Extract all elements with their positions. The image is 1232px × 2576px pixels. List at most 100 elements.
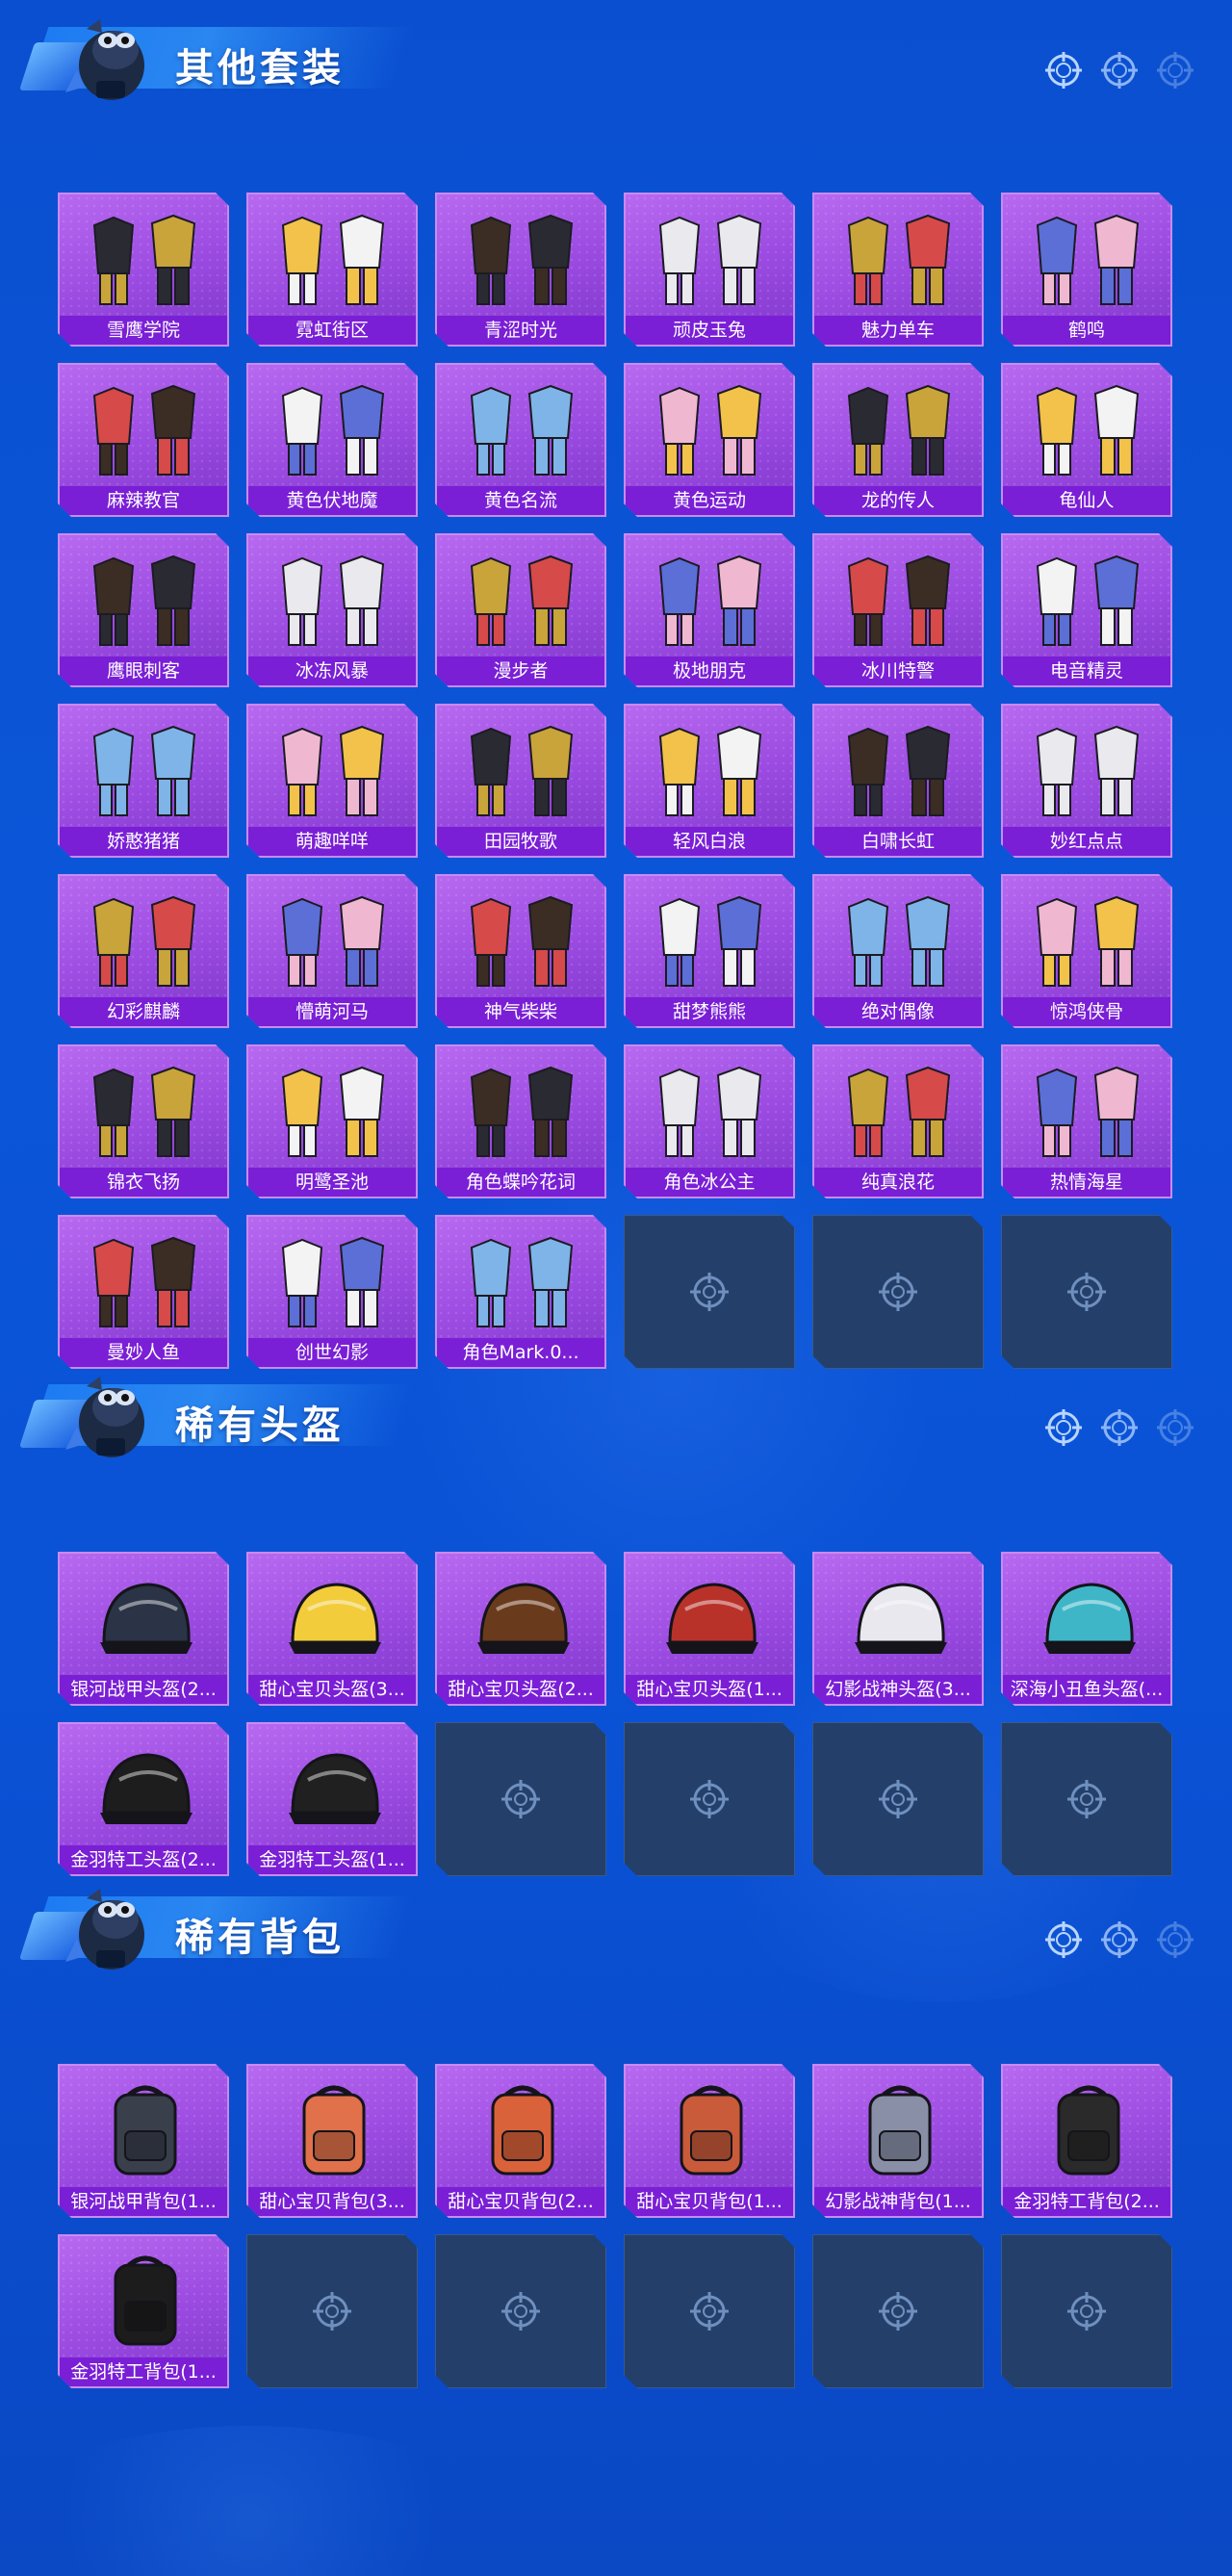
reticle-icon — [1045, 1921, 1082, 1958]
item-card[interactable]: 龙的传人 — [812, 363, 984, 517]
item-card[interactable]: 银河战甲头盔(2... — [58, 1552, 229, 1706]
item-card[interactable]: 金羽特工头盔(1... — [246, 1722, 418, 1876]
item-card[interactable]: 极地朋克 — [624, 533, 795, 687]
helmet-image-icon — [835, 1565, 964, 1673]
outfit-image-icon — [270, 547, 398, 655]
item-card[interactable]: 甜心宝贝背包(2... — [435, 2064, 606, 2218]
item-card[interactable]: 银河战甲背包(1... — [58, 2064, 229, 2218]
item-card[interactable]: 神气柴柴 — [435, 874, 606, 1028]
mascot-icon — [65, 1377, 144, 1457]
item-name: 甜心宝贝背包(2... — [437, 2187, 604, 2216]
item-card[interactable]: 甜心宝贝头盔(3... — [246, 1552, 418, 1706]
outfit-image-icon — [458, 547, 587, 655]
item-card[interactable]: 金羽特工背包(1... — [58, 2234, 229, 2388]
helmet-image-icon — [81, 1736, 210, 1843]
outfit-image-icon — [458, 376, 587, 484]
item-card[interactable]: 妙红点点 — [1001, 704, 1172, 858]
item-card[interactable]: 冰川特警 — [812, 533, 984, 687]
item-card[interactable]: 创世幻影 — [246, 1215, 418, 1369]
item-card[interactable]: 幻影战神背包(1... — [812, 2064, 984, 2218]
item-card[interactable]: 甜梦熊熊 — [624, 874, 795, 1028]
outfit-image-icon — [1024, 717, 1153, 825]
item-card[interactable]: 鹤鸣 — [1001, 193, 1172, 347]
reticle-decorations — [1043, 1919, 1195, 1960]
outfit-image-icon — [81, 206, 210, 314]
outfit-image-icon — [647, 206, 776, 314]
crosshair-icon — [311, 2290, 353, 2332]
item-card[interactable]: 金羽特工头盔(2... — [58, 1722, 229, 1876]
item-card[interactable]: 甜心宝贝背包(3... — [246, 2064, 418, 2218]
item-card[interactable]: 黄色名流 — [435, 363, 606, 517]
section-header: 稀有头盔 — [0, 1357, 1232, 1463]
item-card[interactable]: 明鹭圣池 — [246, 1044, 418, 1198]
item-name: 金羽特工背包(1... — [60, 2357, 227, 2386]
item-name: 甜心宝贝头盔(3... — [248, 1675, 416, 1704]
item-card[interactable]: 甜心宝贝头盔(1... — [624, 1552, 795, 1706]
item-card[interactable]: 幻影战神头盔(3... — [812, 1552, 984, 1706]
item-name: 鹤鸣 — [1003, 316, 1170, 345]
item-card[interactable]: 电音精灵 — [1001, 533, 1172, 687]
item-card[interactable]: 幻彩麒麟 — [58, 874, 229, 1028]
outfit-image-icon — [835, 547, 964, 655]
item-card[interactable]: 顽皮玉兔 — [624, 193, 795, 347]
crosshair-icon — [688, 1271, 731, 1313]
helmet-image-icon — [458, 1565, 587, 1673]
helmet-image-icon — [270, 1565, 398, 1673]
item-card[interactable]: 轻风白浪 — [624, 704, 795, 858]
item-card[interactable]: 魅力单车 — [812, 193, 984, 347]
item-card[interactable]: 惊鸿侠骨 — [1001, 874, 1172, 1028]
item-name: 鹰眼刺客 — [60, 657, 227, 685]
reticle-icon — [1101, 52, 1138, 89]
item-name: 甜梦熊熊 — [626, 997, 793, 1026]
item-card[interactable]: 田园牧歌 — [435, 704, 606, 858]
item-card[interactable]: 甜心宝贝头盔(2... — [435, 1552, 606, 1706]
item-card[interactable]: 纯真浪花 — [812, 1044, 984, 1198]
item-card[interactable]: 龟仙人 — [1001, 363, 1172, 517]
outfit-image-icon — [647, 1058, 776, 1166]
item-name: 黄色运动 — [626, 486, 793, 515]
outfit-image-icon — [458, 888, 587, 995]
item-card[interactable]: 角色蝶吟花词 — [435, 1044, 606, 1198]
item-card[interactable]: 黄色伏地魔 — [246, 363, 418, 517]
item-card[interactable]: 深海小丑鱼头盔(... — [1001, 1552, 1172, 1706]
item-card[interactable]: 懵萌河马 — [246, 874, 418, 1028]
item-card[interactable]: 绝对偶像 — [812, 874, 984, 1028]
item-card[interactable]: 霓虹街区 — [246, 193, 418, 347]
item-card[interactable]: 甜心宝贝背包(1... — [624, 2064, 795, 2218]
reticle-icon — [1101, 1409, 1138, 1446]
item-card[interactable]: 角色Mark.0... — [435, 1215, 606, 1369]
outfit-image-icon — [270, 717, 398, 825]
outfit-image-icon — [270, 376, 398, 484]
item-card[interactable]: 麻辣教官 — [58, 363, 229, 517]
item-card[interactable]: 冰冻风暴 — [246, 533, 418, 687]
item-card[interactable]: 萌趣咩咩 — [246, 704, 418, 858]
item-name: 漫步者 — [437, 657, 604, 685]
item-name: 田园牧歌 — [437, 827, 604, 856]
outfit-image-icon — [835, 717, 964, 825]
backpack-image-icon — [647, 2077, 776, 2185]
empty-slot — [1001, 1215, 1172, 1369]
item-name: 雪鹰学院 — [60, 316, 227, 345]
helmet-image-icon — [81, 1565, 210, 1673]
item-card[interactable]: 漫步者 — [435, 533, 606, 687]
item-card[interactable]: 锦衣飞扬 — [58, 1044, 229, 1198]
item-card[interactable]: 曼妙人鱼 — [58, 1215, 229, 1369]
helmet-image-icon — [1024, 1565, 1153, 1673]
item-name: 锦衣飞扬 — [60, 1168, 227, 1197]
item-card[interactable]: 雪鹰学院 — [58, 193, 229, 347]
item-card[interactable]: 白啸长虹 — [812, 704, 984, 858]
empty-slot — [435, 2234, 606, 2388]
item-card[interactable]: 鹰眼刺客 — [58, 533, 229, 687]
item-card[interactable]: 热情海星 — [1001, 1044, 1172, 1198]
item-card[interactable]: 金羽特工背包(2... — [1001, 2064, 1172, 2218]
outfit-image-icon — [81, 717, 210, 825]
reticle-decorations — [1043, 50, 1195, 90]
item-card[interactable]: 角色冰公主 — [624, 1044, 795, 1198]
item-card[interactable]: 黄色运动 — [624, 363, 795, 517]
item-name: 明鹭圣池 — [248, 1168, 416, 1197]
item-name: 幻影战神背包(1... — [814, 2187, 982, 2216]
item-name: 甜心宝贝头盔(1... — [626, 1675, 793, 1704]
item-name: 青涩时光 — [437, 316, 604, 345]
item-card[interactable]: 娇憨猪猪 — [58, 704, 229, 858]
item-card[interactable]: 青涩时光 — [435, 193, 606, 347]
